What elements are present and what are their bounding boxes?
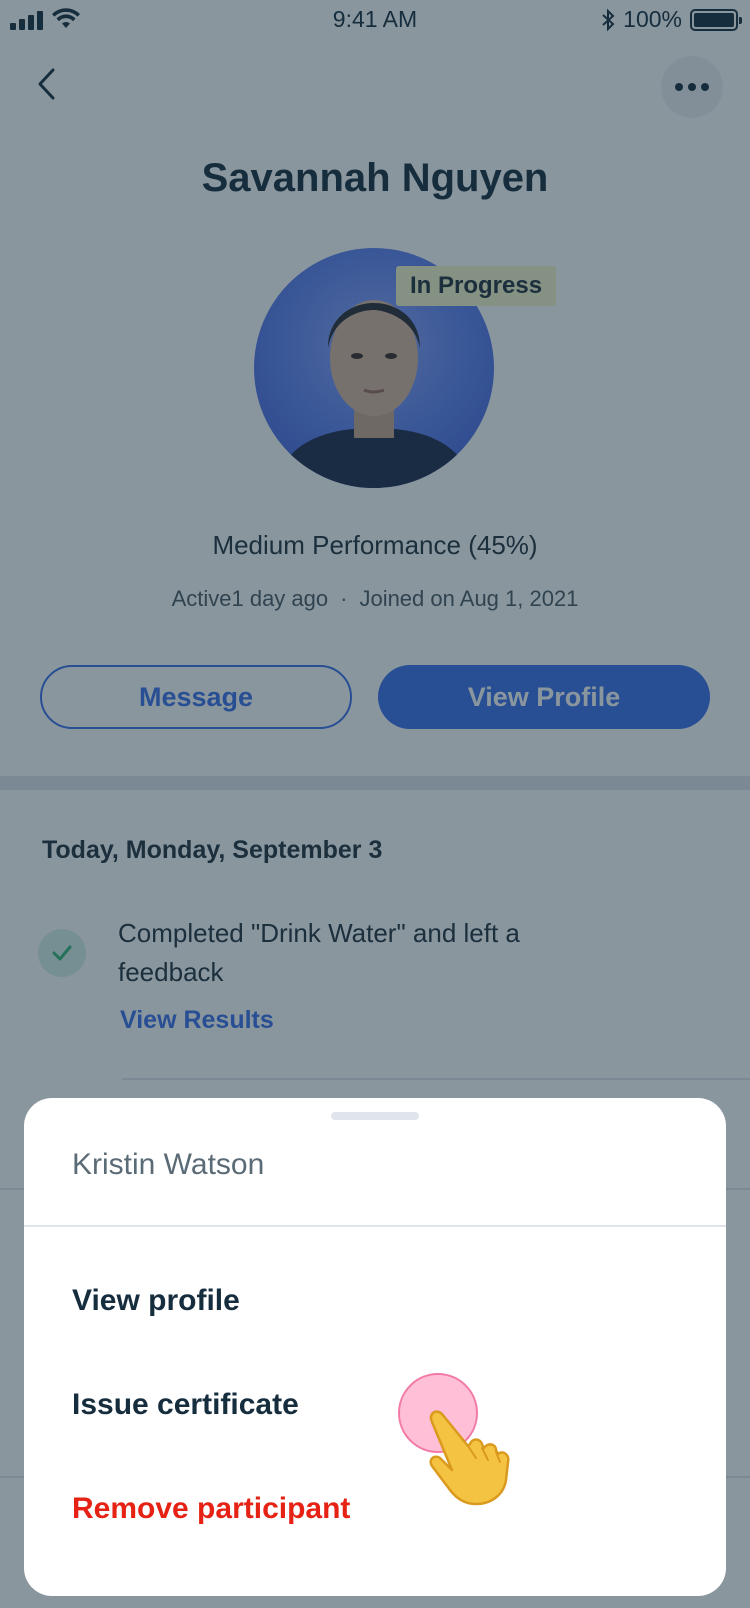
issue-certificate-option[interactable]: Issue certificate: [72, 1388, 299, 1422]
action-sheet: Kristin Watson View profile Issue certif…: [24, 1098, 726, 1596]
view-profile-option[interactable]: View profile: [72, 1284, 240, 1318]
remove-participant-option[interactable]: Remove participant: [72, 1492, 350, 1526]
pointing-hand-icon: [429, 1410, 510, 1506]
sheet-title: Kristin Watson: [72, 1148, 265, 1181]
screen: 9:41 AM 100% Savannah Nguyen: [0, 0, 750, 1608]
sheet-divider: [24, 1225, 726, 1227]
sheet-handle[interactable]: [331, 1112, 419, 1120]
